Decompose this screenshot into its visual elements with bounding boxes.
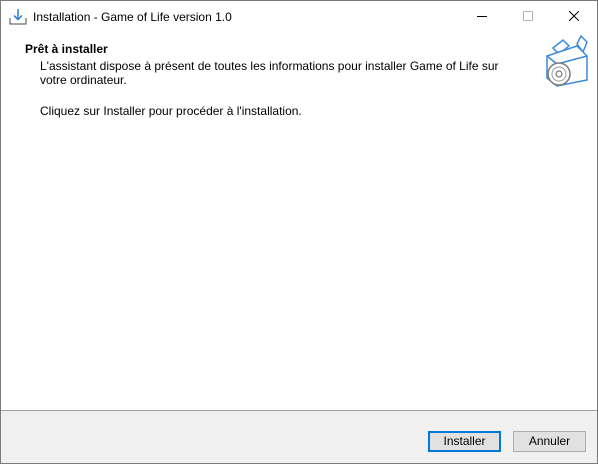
minimize-icon [477, 16, 487, 17]
minimize-button[interactable] [459, 1, 505, 32]
close-icon [569, 11, 579, 21]
title-bar[interactable]: Installation - Game of Life version 1.0 [1, 1, 597, 32]
cancel-button[interactable]: Annuler [513, 431, 586, 452]
instruction-text: Cliquez sur Installer pour procéder à l'… [40, 104, 302, 118]
button-bar: Installer Annuler [1, 411, 597, 463]
installer-download-icon [9, 8, 27, 26]
installer-window: Installation - Game of Life version 1.0 … [0, 0, 598, 464]
page-title: Prêt à installer [25, 42, 108, 56]
install-button[interactable]: Installer [428, 431, 501, 452]
wizard-content: Cliquez sur Installer pour procéder à l'… [1, 88, 597, 407]
wizard-header: Prêt à installer L'assistant dispose à p… [1, 32, 597, 88]
installer-box-disc-icon [541, 34, 591, 88]
window-title: Installation - Game of Life version 1.0 [33, 10, 232, 24]
maximize-button[interactable] [505, 1, 551, 32]
close-button[interactable] [551, 1, 597, 32]
maximize-icon [523, 11, 533, 21]
page-subtitle: L'assistant dispose à présent de toutes … [40, 59, 499, 87]
